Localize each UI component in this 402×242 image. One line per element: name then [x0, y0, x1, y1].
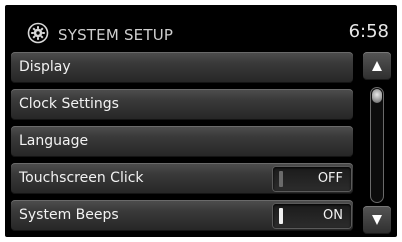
menu-item-label: System Beeps [19, 207, 119, 223]
menu-item-touchscreen-click[interactable]: Touchscreen Click OFF [11, 163, 353, 194]
page-title: SYSTEM SETUP [58, 26, 174, 44]
system-beeps-toggle[interactable]: ON [273, 204, 351, 228]
scroll-up-button[interactable] [363, 52, 391, 80]
scroll-down-button[interactable] [363, 206, 391, 234]
settings-gear-icon [27, 22, 49, 44]
header-bar: SYSTEM SETUP 6:58 [5, 5, 397, 47]
clock-time: 6:58 [348, 21, 389, 42]
menu-item-clock-settings[interactable]: Clock Settings [11, 89, 353, 120]
menu-item-label: Language [19, 133, 89, 149]
toggle-value: ON [323, 208, 343, 223]
menu-item-label: Display [19, 59, 71, 75]
menu-item-label: Touchscreen Click [19, 170, 144, 186]
toggle-value: OFF [317, 171, 343, 186]
toggle-indicator [279, 171, 283, 187]
menu-item-language[interactable]: Language [11, 126, 353, 157]
touchscreen-click-toggle[interactable]: OFF [273, 167, 351, 191]
scrollbar-track[interactable] [370, 87, 384, 203]
scrollbar-thumb[interactable] [372, 89, 382, 103]
toggle-indicator [279, 208, 283, 224]
menu-item-label: Clock Settings [19, 96, 119, 112]
system-setup-screen: SYSTEM SETUP 6:58 Display Clock Settings… [5, 5, 397, 237]
menu-item-system-beeps[interactable]: System Beeps ON [11, 200, 353, 231]
menu-item-display[interactable]: Display [11, 52, 353, 83]
